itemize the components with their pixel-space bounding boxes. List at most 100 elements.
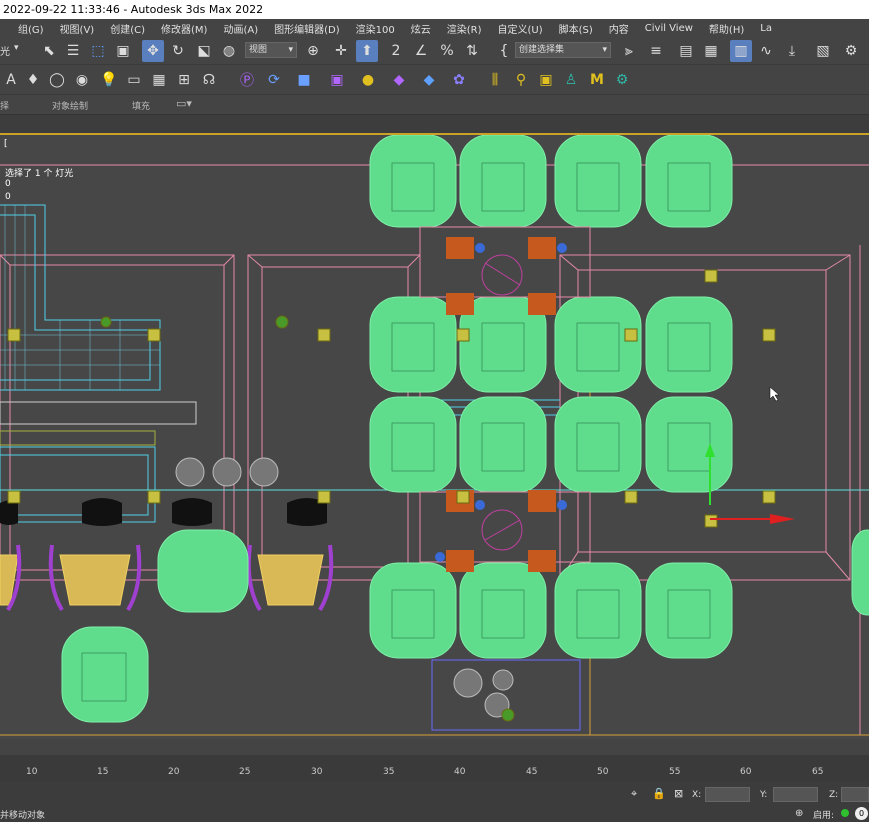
scene-wireframe[interactable]	[0, 135, 869, 739]
material-editor-icon[interactable]: ▧	[812, 40, 834, 62]
named-selection-icon[interactable]: {	[493, 40, 515, 62]
curve-editor-icon[interactable]: ∿	[755, 40, 777, 62]
ring-icon[interactable]: ◯	[46, 69, 68, 91]
status-indicator-icon	[841, 809, 849, 817]
select-object-icon[interactable]: ⬉	[38, 40, 60, 62]
timeline-tick: 10	[26, 767, 38, 777]
timeline-tick: 15	[97, 767, 109, 777]
mirror-icon[interactable]: ⫸	[618, 40, 640, 62]
select-manipulate-icon[interactable]: ✛	[330, 40, 352, 62]
camera-icon[interactable]: ■	[293, 69, 315, 91]
menu-la[interactable]: La	[752, 23, 780, 34]
light-bulb-icon[interactable]: 💡	[98, 69, 120, 91]
sphere-light-icon[interactable]: ●	[357, 69, 379, 91]
teapot-icon[interactable]: ◉	[71, 69, 93, 91]
z-coordinate-input[interactable]	[841, 787, 869, 802]
main-toolbar: 光 ▾ ⬉ ☰ ⬚ ▣ ✥ ↻ ⬕ ◍ 视图 ⊕ ✛ ⬆ 2 ∠ % ⇅ { 创…	[0, 37, 869, 65]
text-tool-icon[interactable]: A	[0, 69, 22, 91]
box-select-icon[interactable]: ▣	[535, 69, 557, 91]
reference-coord-dropdown[interactable]: 视图	[245, 42, 297, 58]
menu-xuanyun[interactable]: 炫云	[403, 21, 439, 36]
menu-bar: 组(G) 视图(V) 创建(C) 修改器(M) 动画(A) 图形编辑器(D) 渲…	[0, 19, 869, 37]
selection-info: 选择了 1 个 灯光	[5, 169, 74, 179]
x-coordinate-input[interactable]	[705, 787, 750, 802]
plugin-p-icon[interactable]: Ⓟ	[236, 69, 258, 91]
menu-create[interactable]: 创建(C)	[102, 21, 153, 36]
schematic-view-icon[interactable]: ⤓	[781, 40, 803, 62]
menu-group[interactable]: 组(G)	[10, 21, 52, 36]
frame-icon[interactable]: ▭	[123, 69, 145, 91]
info-line-3: 0	[5, 192, 11, 202]
menu-rendering[interactable]: 渲染(R)	[439, 21, 490, 36]
x-label: X:	[692, 790, 702, 800]
absolute-mode-icon[interactable]: ⊠	[674, 787, 683, 800]
settings-gear-icon[interactable]: ✿	[448, 69, 470, 91]
timeline-tick: 50	[597, 767, 609, 777]
menu-modifiers[interactable]: 修改器(M)	[153, 21, 215, 36]
crosshair-icon[interactable]: ⊞	[173, 69, 195, 91]
window-crossing-icon[interactable]: ▣	[112, 40, 134, 62]
place-icon[interactable]: ◍	[218, 40, 240, 62]
timeline-tick: 55	[669, 767, 681, 777]
menu-help[interactable]: 帮助(H)	[701, 21, 752, 36]
snaps-toggle-icon[interactable]: 2	[385, 40, 407, 62]
menu-scripting[interactable]: 脚本(S)	[551, 21, 601, 36]
timeline-ruler[interactable]: 10 15 20 25 30 35 40 45 50 55 60 65	[0, 755, 869, 781]
percent-snap-icon[interactable]: %	[436, 40, 458, 62]
scale-icon[interactable]: ⬕	[193, 40, 215, 62]
select-by-name-icon[interactable]: ☰	[62, 40, 84, 62]
ribbon-tab-object-paint[interactable]: 对象绘制	[52, 99, 88, 112]
named-selection-dropdown[interactable]: 创建选择集	[515, 42, 611, 58]
ribbon-tab-populate[interactable]: 填充	[132, 99, 150, 112]
menu-animation[interactable]: 动画(A)	[215, 21, 266, 36]
align-tool-icon[interactable]: ⫼	[484, 69, 506, 91]
rotate-icon[interactable]: ↻	[167, 40, 189, 62]
m-plugin-icon[interactable]: M	[586, 69, 608, 91]
viewport-label[interactable]: [	[4, 139, 8, 149]
spinner-snap-icon[interactable]: ⇅	[461, 40, 483, 62]
info-line-2: 0	[5, 179, 11, 189]
menu-render100[interactable]: 渲染100	[348, 21, 403, 36]
align-icon[interactable]: ≡	[645, 40, 667, 62]
lamp-icon[interactable]: ☊	[198, 69, 220, 91]
window-title: 2022-09-22 11:33:46 - Autodesk 3ds Max 2…	[0, 0, 869, 19]
menu-graph-editors[interactable]: 图形编辑器(D)	[266, 21, 348, 36]
ribbon-toggle-icon[interactable]: ▭▾	[176, 97, 192, 110]
selection-filter-clip[interactable]: 光	[0, 43, 10, 58]
render-setup-icon[interactable]: ⚙	[840, 40, 862, 62]
timeline-tick: 25	[239, 767, 251, 777]
y-coordinate-input[interactable]	[773, 787, 818, 802]
wand-icon[interactable]: ⚲	[510, 69, 532, 91]
top-viewport[interactable]: [ 选择了 1 个 灯光 0 0	[0, 133, 869, 739]
toggle-ribbon-icon[interactable]: ▦	[700, 40, 722, 62]
paint-icon[interactable]: ♦	[22, 69, 44, 91]
dsa-icon[interactable]: ◆	[388, 69, 410, 91]
ribbon-tab-select[interactable]: 择	[0, 99, 9, 112]
selection-lock-icon[interactable]: ⌖	[631, 787, 637, 801]
grid-icon[interactable]: ▦	[148, 69, 170, 91]
select-move-icon[interactable]: ✥	[142, 40, 164, 62]
layer-explorer-icon[interactable]: ▤	[675, 40, 697, 62]
adaptive-degradation-icon[interactable]: ⊕	[795, 808, 803, 819]
scene-explorer-icon[interactable]: ▥	[730, 40, 752, 62]
timeline-tick: 40	[454, 767, 466, 777]
figure-icon[interactable]: ♙	[560, 69, 582, 91]
status-bar: ⌖ 🔒 ⊠ X: Y: Z: 并移动对象 ⊕ 启用: 0	[0, 781, 869, 822]
menu-customize[interactable]: 自定义(U)	[489, 21, 550, 36]
menu-view[interactable]: 视图(V)	[52, 21, 103, 36]
rect-selection-icon[interactable]: ⬚	[87, 40, 109, 62]
skp-icon[interactable]: ◆	[418, 69, 440, 91]
time-config-icon[interactable]: 0	[855, 807, 868, 820]
lock-icon[interactable]: 🔒	[652, 787, 666, 800]
timeline-tick: 65	[812, 767, 824, 777]
keyboard-shortcut-icon[interactable]: ⬆	[356, 40, 378, 62]
render-camera-icon[interactable]: ▣	[326, 69, 348, 91]
menu-content[interactable]: 内容	[601, 21, 637, 36]
timeline-tick: 45	[526, 767, 538, 777]
gear-small-icon[interactable]: ⚙	[611, 69, 633, 91]
pivot-icon[interactable]: ⊕	[302, 40, 324, 62]
angle-snap-icon[interactable]: ∠	[410, 40, 432, 62]
chevron-down-icon[interactable]: ▾	[14, 43, 19, 53]
menu-civil-view[interactable]: Civil View	[637, 23, 701, 34]
refresh-icon[interactable]: ⟳	[263, 69, 285, 91]
